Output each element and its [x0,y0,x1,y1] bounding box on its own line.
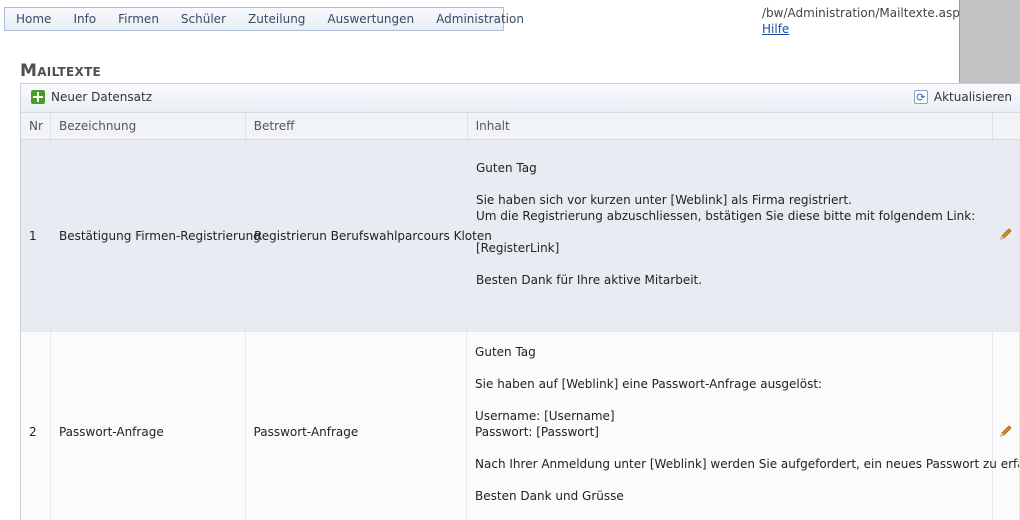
nav-firmen[interactable]: Firmen [107,12,170,26]
nav-home[interactable]: Home [5,12,62,26]
mail-greeting: Guten Tag [475,345,536,359]
refresh-label: Aktualisieren [933,90,1012,104]
column-header-actions [993,113,1020,139]
help-link[interactable]: Hilfe [762,22,789,36]
mail-paragraph: Sie haben auf [Weblink] eine Passwort-An… [475,377,823,391]
mailtexte-grid: Neuer Datensatz ⟳ Aktualisieren Nr Bezei… [20,83,1020,520]
mail-line: Um die Registrierung abzuschliessen, bst… [475,209,976,223]
mail-closing: Besten Dank und Grüsse [475,489,624,503]
pencil-icon[interactable] [999,227,1013,244]
top-navigation: Home Info Firmen Schüler Zuteilung Auswe… [4,7,524,31]
mail-line: Username: [Username] [475,409,615,423]
mail-greeting: Guten Tag [475,161,537,175]
mail-credentials: Username: [Username] Passwort: [Passwort… [475,408,992,440]
new-record-label: Neuer Datensatz [51,90,152,104]
mail-line: Sie haben sich vor kurzen unter [Weblink… [475,193,852,207]
nav-zuteilung[interactable]: Zuteilung [237,12,316,26]
mail-closing: Besten Dank für Ihre aktive Mitarbeit. [475,273,703,287]
page-path: /bw/Administration/Mailtexte.aspx [762,6,967,20]
side-panel [960,0,1020,84]
nav-schueler[interactable]: Schüler [170,12,237,26]
cell-nr: 2 [21,332,51,520]
table-row[interactable]: 2 Passwort-Anfrage Passwort-Anfrage Gute… [21,332,1020,520]
cell-nr: 1 [21,140,51,331]
cell-bezeichnung: Bestätigung Firmen-Registrierung [51,140,261,331]
mail-paragraph: Sie haben sich vor kurzen unter [Weblink… [476,192,992,224]
mail-paragraph: Nach Ihrer Anmeldung unter [Weblink] wer… [475,457,1020,471]
pencil-icon[interactable] [999,424,1013,441]
row-actions [993,332,1020,520]
new-record-button[interactable]: Neuer Datensatz [31,90,152,104]
column-header-bezeichnung[interactable]: Bezeichnung [51,113,246,139]
grid-toolbar: Neuer Datensatz ⟳ Aktualisieren [21,84,1020,113]
grid-header: Nr Bezeichnung Betreff Inhalt [21,113,1020,140]
refresh-icon: ⟳ [913,90,928,104]
page-title: Mailtexte [20,61,102,81]
cell-inhalt: Guten Tag Sie haben sich vor kurzen unte… [468,140,994,331]
cell-betreff: Registrierun Berufswahlparcours Kloten [246,140,492,331]
mail-line: Passwort: [Passwort] [475,425,599,439]
column-header-betreff[interactable]: Betreff [246,113,468,139]
nav-auswertungen[interactable]: Auswertungen [316,12,425,26]
plus-icon [31,90,45,104]
row-actions [993,140,1020,331]
column-header-nr[interactable]: Nr [21,113,51,139]
table-row[interactable]: 1 Bestätigung Firmen-Registrierung Regis… [21,140,1020,332]
refresh-button[interactable]: ⟳ Aktualisieren [913,90,1012,104]
cell-betreff: Passwort-Anfrage [246,332,468,520]
cell-inhalt: Guten Tag Sie haben auf [Weblink] eine P… [467,332,1020,520]
column-header-inhalt[interactable]: Inhalt [468,113,994,139]
cell-bezeichnung: Passwort-Anfrage [51,332,246,520]
mail-placeholder: [RegisterLink] [475,241,560,255]
nav-administration[interactable]: Administration [425,12,535,26]
nav-info[interactable]: Info [62,12,107,26]
